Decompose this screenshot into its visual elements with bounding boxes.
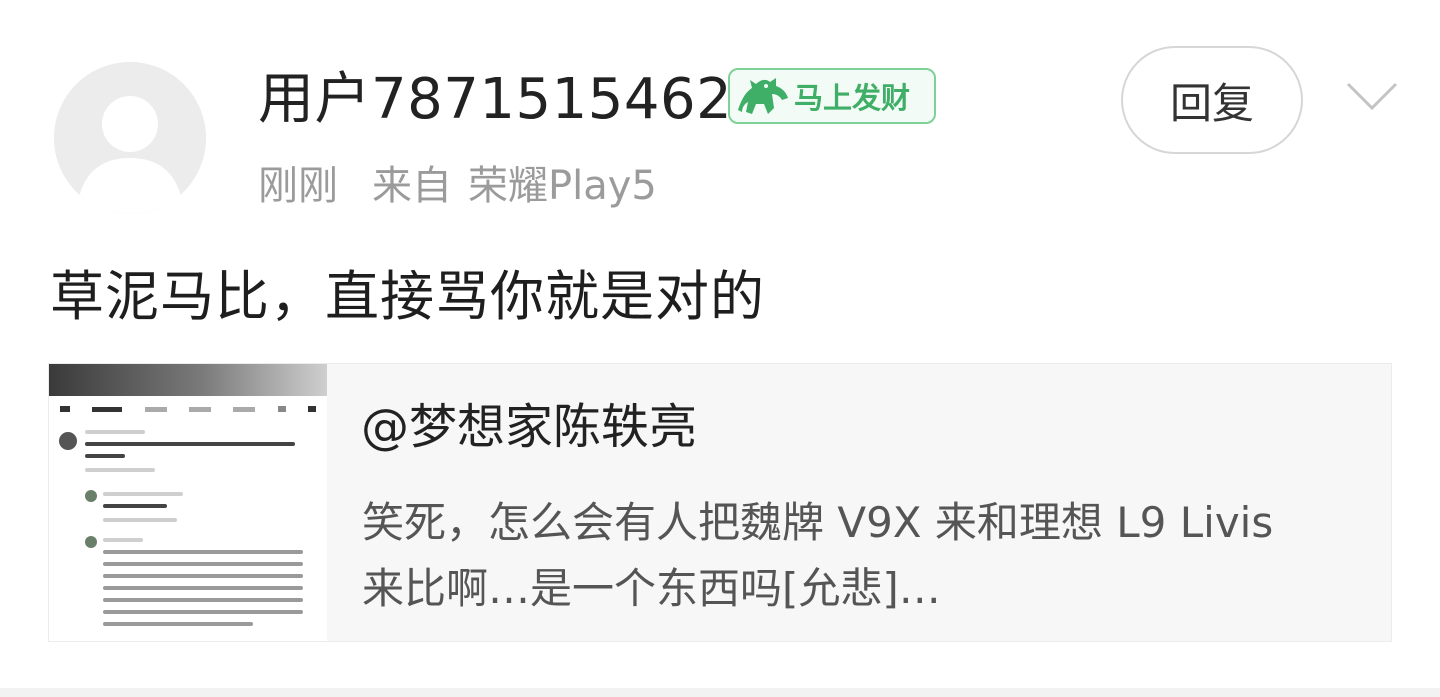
default-avatar-icon [54,62,206,214]
comment-meta: 刚刚 来自 荣耀Play5 [258,160,657,212]
quoted-author[interactable]: @梦想家陈轶亮 [361,394,697,460]
quoted-text-line-1: 笑死，怎么会有人把魏牌 V9X 来和理想 L9 Livis [362,498,1274,547]
quoted-text-line-2: 来比啊…是一个东西吗[允悲]… [362,564,941,613]
badge-ma-shang-fa-cai[interactable]: 马上发财 [728,68,936,124]
quoted-post-card[interactable]: @梦想家陈轶亮 笑死，怎么会有人把魏牌 V9X 来和理想 L9 Livis 来比… [48,363,1392,642]
quoted-post-text: 笑死，怎么会有人把魏牌 V9X 来和理想 L9 Livis 来比啊…是一个东西吗… [362,490,1372,622]
source-prefix: 来自 [372,163,452,209]
comment-text: 草泥马比，直接骂你就是对的 [50,265,765,328]
timestamp: 刚刚 [258,163,338,209]
horse-icon [738,78,788,114]
username[interactable]: 用户7871515462 [258,64,732,136]
badge-label: 马上发财 [794,81,911,115]
user-avatar[interactable] [54,62,206,214]
reply-button[interactable]: 回复 [1121,46,1303,154]
chevron-down-icon[interactable] [1344,76,1400,116]
divider [0,688,1440,697]
device-name[interactable]: 荣耀Play5 [468,160,657,212]
quoted-post-thumbnail[interactable] [49,364,327,641]
comment-item: 用户7871515462 马上发财 刚刚 来自 荣耀Play5 回复 草泥马比，直接… [0,0,1440,697]
